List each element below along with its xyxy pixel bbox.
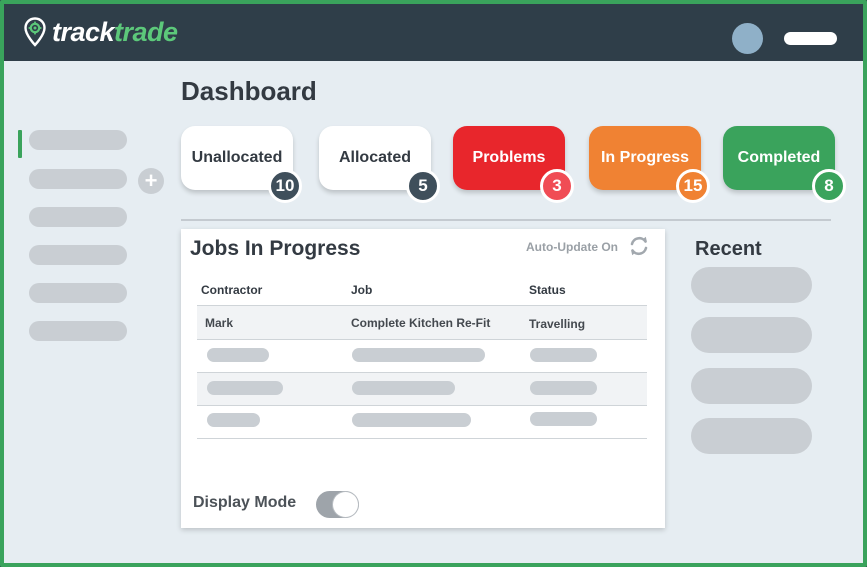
map-pin-gear-icon [24,17,46,47]
sidebar-item-1[interactable] [29,130,127,150]
status-count-badge: 5 [406,169,440,203]
status-card-label: Unallocated [191,149,283,166]
logo[interactable]: tracktrade [24,12,178,52]
sidebar-item-4[interactable] [29,245,127,265]
status-card-completed[interactable]: Completed 8 [723,126,846,203]
table-divider [197,405,647,406]
sidebar-item-6[interactable] [29,321,127,341]
refresh-icon[interactable] [628,235,650,257]
table-row[interactable]: Mark Complete Kitchen Re-Fit Travelling [197,306,647,339]
status-card-label: Completed [737,149,821,166]
placeholder-cell [352,381,455,395]
sidebar-active-indicator [18,130,22,158]
status-count-badge: 10 [268,169,302,203]
table-row[interactable] [197,373,647,405]
sidebar-item-5[interactable] [29,283,127,303]
cell-job: Complete Kitchen Re-Fit [351,316,491,330]
recent-item[interactable] [691,317,812,353]
placeholder-cell [352,413,471,427]
auto-update-label: Auto-Update On [526,240,618,254]
user-avatar[interactable] [732,23,763,54]
recent-item[interactable] [691,267,812,303]
column-header-status[interactable]: Status [529,283,566,297]
table-divider [197,438,647,439]
plus-icon[interactable]: + [138,168,164,194]
status-count-badge: 8 [812,169,846,203]
status-card-in-progress[interactable]: In Progress 15 [589,126,710,203]
sidebar-item-2[interactable] [29,169,127,189]
logo-text: tracktrade [52,17,178,48]
jobs-in-progress-panel: Jobs In Progress Auto-Update On Contract… [181,229,665,528]
status-card-allocated[interactable]: Allocated 5 [319,126,440,203]
placeholder-cell [207,413,260,427]
table-divider [197,339,647,340]
logo-text-trade: trade [114,16,178,47]
status-card-label: Allocated [338,149,411,166]
placeholder-cell [207,348,269,362]
sidebar-item-3[interactable] [29,207,127,227]
column-header-contractor[interactable]: Contractor [201,283,262,297]
status-card-problems[interactable]: Problems 3 [453,126,574,203]
column-header-job[interactable]: Job [351,283,372,297]
display-mode-label: Display Mode [193,494,297,511]
placeholder-cell [530,348,597,362]
status-count-badge: 3 [540,169,574,203]
status-card-label: In Progress [600,149,690,166]
recent-item[interactable] [691,368,812,404]
logo-text-track: track [52,16,115,47]
recent-item[interactable] [691,418,812,454]
status-card-label: Problems [472,149,546,166]
section-divider [181,219,831,221]
placeholder-cell [352,348,485,362]
top-bar: tracktrade [4,4,863,61]
display-mode-toggle[interactable] [316,491,359,518]
jobs-panel-title: Jobs In Progress [190,237,361,260]
app-frame: tracktrade + Dashboard Unallocated 10 Al… [0,0,867,567]
user-menu-button[interactable] [784,32,837,45]
cell-status: Travelling [529,317,586,331]
status-count-badge: 15 [676,169,710,203]
page-title: Dashboard [181,76,317,106]
placeholder-cell [530,412,597,426]
cell-contractor: Mark [205,316,234,330]
status-card-unallocated[interactable]: Unallocated 10 [181,126,302,203]
placeholder-cell [207,381,283,395]
placeholder-cell [530,381,597,395]
toggle-knob [333,492,358,517]
recent-title: Recent [695,238,762,260]
